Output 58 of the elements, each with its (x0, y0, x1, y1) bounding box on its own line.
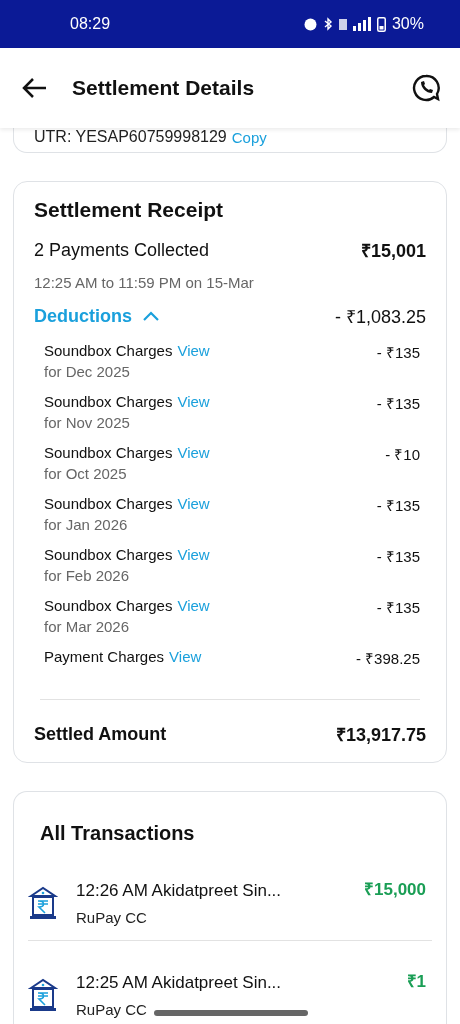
bank-rupee-icon (28, 885, 58, 921)
charge-period: for Oct 2025 (44, 465, 128, 482)
settled-amount: ₹13,917.75 (335, 724, 426, 746)
collected-amount: ₹15,001 (360, 240, 426, 262)
bluetooth-icon (322, 16, 333, 32)
back-button[interactable] (22, 77, 48, 99)
page-title: Settlement Details (72, 76, 256, 100)
view-link[interactable]: View (177, 495, 210, 512)
receipt-title: Settlement Receipt (34, 198, 225, 222)
transaction-title: 12:25 AM Akidatpreet Sin... (76, 973, 282, 993)
deductions-toggle[interactable]: Deductions (34, 305, 160, 327)
status-time: 08:29 (70, 15, 111, 33)
charge-name: Soundbox Charges (44, 342, 173, 359)
transaction-amount: ₹1 (406, 971, 426, 992)
charge-name: Soundbox Charges (44, 393, 173, 410)
view-link[interactable]: View (177, 342, 210, 359)
period-text: 12:25 AM to 11:59 PM on 15-Mar (34, 274, 254, 291)
charge-amount: - ₹135 (376, 394, 420, 414)
copy-link[interactable]: Copy (231, 129, 267, 146)
battery-icon (376, 16, 386, 32)
charge-amount: - ₹135 (376, 547, 420, 567)
charge-amount: - ₹10 (385, 445, 420, 465)
transaction-amount: ₹15,000 (364, 879, 426, 900)
payments-collected: 2 Payments Collected (34, 239, 210, 261)
view-link[interactable]: View (177, 444, 210, 461)
battery-percent: 30% (391, 15, 424, 33)
charge-name: Soundbox Charges (44, 495, 173, 512)
view-link[interactable]: View (177, 393, 210, 410)
view-link[interactable]: View (177, 597, 210, 614)
charge-name: Soundbox Charges (44, 444, 173, 461)
charge-period: for Feb 2026 (44, 567, 131, 584)
payment-method: RuPay CC (76, 1001, 147, 1018)
alarm-icon (303, 17, 317, 31)
signal-icon (352, 17, 371, 31)
transaction-title: 12:26 AM Akidatpreet Sin... (76, 881, 282, 901)
view-link[interactable]: View (177, 546, 210, 563)
charge-period: for Jan 2026 (44, 516, 129, 533)
charge-period: for Mar 2026 (44, 618, 131, 635)
transactions-title: All Transactions (40, 822, 196, 845)
charge-name: Soundbox Charges (44, 546, 173, 563)
phone-chat-icon[interactable] (412, 74, 440, 102)
payment-method: RuPay CC (76, 909, 147, 926)
charge-amount: - ₹135 (376, 496, 420, 516)
view-link[interactable]: View (169, 648, 202, 665)
charge-period: for Nov 2025 (44, 414, 131, 431)
charge-name: Payment Charges (44, 648, 165, 665)
transaction-row[interactable]: 12:25 AM Akidatpreet Sin... RuPay CC ₹1 (14, 963, 446, 1024)
utr-text: UTR: YESAP60759998129 (34, 128, 227, 146)
charge-name: Soundbox Charges (44, 597, 173, 614)
settled-label: Settled Amount (34, 723, 167, 745)
charge-period: for Dec 2025 (44, 363, 131, 380)
deductions-amount: - ₹1,083.25 (334, 306, 426, 328)
bank-rupee-icon (28, 977, 58, 1013)
charge-amount: - ₹398.25 (355, 649, 420, 669)
transaction-row[interactable]: 12:26 AM Akidatpreet Sin... RuPay CC ₹15,000 (14, 871, 446, 940)
charge-amount: - ₹135 (376, 598, 420, 618)
charge-amount: - ₹135 (376, 343, 420, 363)
chevron-icon (142, 310, 160, 322)
